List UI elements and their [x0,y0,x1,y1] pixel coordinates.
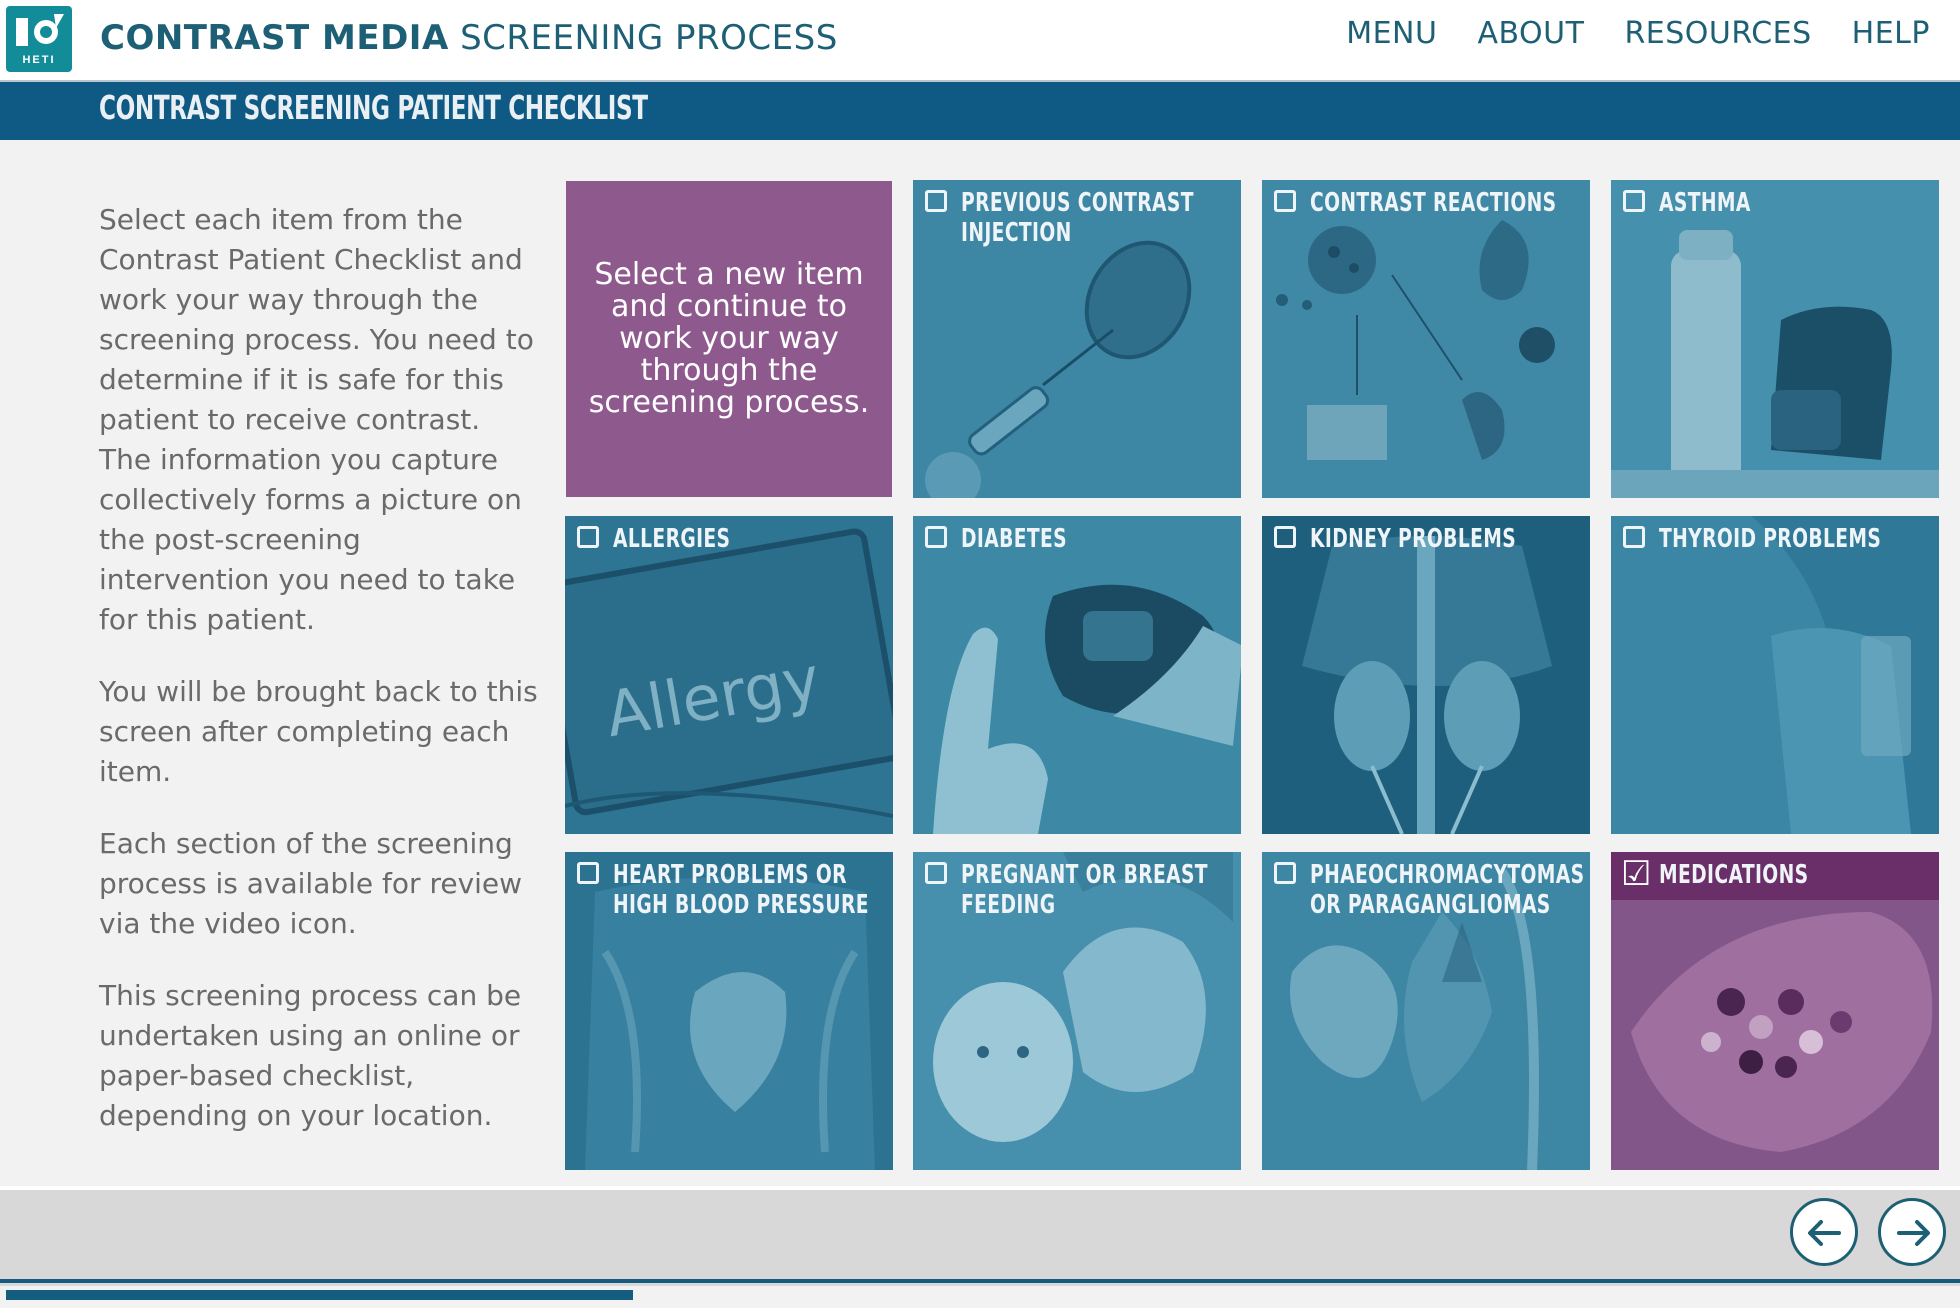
kidney-xray-icon [1262,516,1590,834]
neck-icon [1611,516,1939,834]
tile-phaeochromacytomas[interactable]: PHAEOCHROMACYTOMAS OR PARAGANGLIOMAS [1262,852,1590,1170]
top-nav: MENU ABOUT RESOURCES HELP [1346,16,1930,51]
checkbox-icon [925,190,947,212]
back-button[interactable] [1790,1198,1858,1266]
tile-label: ASTHMA [1659,188,1751,218]
checkbox-icon [577,862,599,884]
tile-pregnant-breast-feeding[interactable]: PREGNANT OR BREAST FEEDING [913,852,1241,1170]
tile-label: PHAEOCHROMACYTOMAS OR PARAGANGLIOMAS [1310,860,1585,920]
tile-heart-problems[interactable]: HEART PROBLEMS OR HIGH BLOOD PRESSURE [565,852,893,1170]
checkbox-icon [925,862,947,884]
nav-about[interactable]: ABOUT [1477,16,1584,51]
next-button[interactable] [1878,1198,1946,1266]
app-title-strong: CONTRAST MEDIA [100,18,449,58]
tile-label: PREGNANT OR BREAST FEEDING [961,860,1208,920]
instruction-paragraph: Each section of the screening process is… [99,827,523,940]
tile-label: THYROID PROBLEMS [1659,524,1882,554]
section-band: CONTRAST SCREENING PATIENT CHECKLIST [0,82,1960,140]
allergy-tablet-icon: Allergy [565,516,893,834]
tile-label: DIABETES [961,524,1067,554]
prompt-text: Select a new item and continue to work y… [588,257,870,420]
arrow-right-icon [1897,1220,1930,1246]
prompt-tile: Select a new item and continue to work y… [566,181,892,497]
glucose-meter-icon [913,516,1241,834]
app-title-light: SCREENING PROCESS [460,18,838,58]
instruction-paragraph: Select each item from the Contrast Patie… [99,203,534,636]
tile-label: PREVIOUS CONTRAST INJECTION [961,188,1194,248]
checked-checkbox-icon: ☑ [1621,854,1652,894]
tile-contrast-reactions[interactable]: CONTRAST REACTIONS [1262,180,1590,498]
checkbox-icon [1623,526,1645,548]
instruction-paragraph: You will be brought back to this screen … [99,675,538,788]
checkbox-icon [1274,526,1296,548]
tile-medications[interactable]: ☑ MEDICATIONS [1611,852,1939,1170]
checkbox-icon [1623,190,1645,212]
heti-logo: HETI [6,6,72,72]
checkbox-icon [925,526,947,548]
arrow-left-icon [1808,1220,1841,1246]
tile-label: MEDICATIONS [1659,860,1809,890]
tile-diabetes[interactable]: DIABETES [913,516,1241,834]
instructions: Select each item from the Contrast Patie… [99,200,539,1168]
tile-label: HEART PROBLEMS OR HIGH BLOOD PRESSURE [613,860,869,920]
footer-bar [0,1186,1960,1286]
app-title: CONTRAST MEDIA SCREENING PROCESS [100,18,838,58]
logo-text: HETI [22,54,56,66]
nav-menu[interactable]: MENU [1346,16,1437,51]
tile-label: ALLERGIES [613,524,731,554]
nav-help[interactable]: HELP [1852,16,1930,51]
nav-resources[interactable]: RESOURCES [1624,16,1811,51]
section-title: CONTRAST SCREENING PATIENT CHECKLIST [99,88,648,127]
tile-label: CONTRAST REACTIONS [1310,188,1557,218]
instruction-paragraph: This screening process can be undertaken… [99,979,522,1132]
reaction-diagram-icon [1262,180,1590,498]
app-header: HETI CONTRAST MEDIA SCREENING PROCESS ME… [0,0,1960,83]
progress-bar [6,1290,633,1300]
inhaler-icon [1611,180,1939,498]
tile-label: KIDNEY PROBLEMS [1310,524,1517,554]
tile-kidney-problems[interactable]: KIDNEY PROBLEMS [1262,516,1590,834]
checkbox-icon [1274,190,1296,212]
tile-allergies[interactable]: Allergy ALLERGIES [565,516,893,834]
checkbox-icon [1274,862,1296,884]
tile-thyroid-problems[interactable]: THYROID PROBLEMS [1611,516,1939,834]
tile-asthma[interactable]: ASTHMA [1611,180,1939,498]
progress-track [0,1279,1960,1283]
checkbox-icon [577,526,599,548]
tile-previous-contrast[interactable]: PREVIOUS CONTRAST INJECTION [913,180,1241,498]
